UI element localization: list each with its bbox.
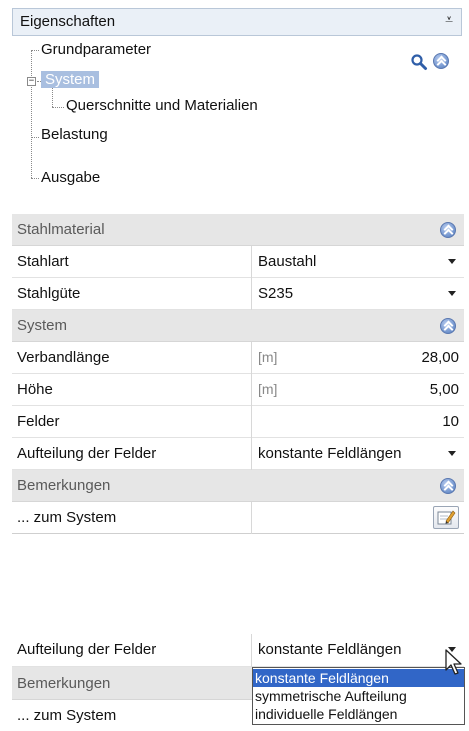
row-label: Aufteilung der Felder (17, 445, 157, 462)
row-stahlart: Stahlart Baustahl (12, 246, 464, 278)
tree-connector (31, 178, 39, 179)
dropdown-arrow-icon[interactable] (448, 451, 456, 456)
dropdown-arrow-icon[interactable] (448, 291, 456, 296)
edit-note-icon (437, 510, 456, 525)
section-title: Stahlmaterial (17, 221, 105, 238)
row-label: Verbandlänge (17, 349, 110, 366)
row-aufteilung: Aufteilung der Felder konstante Feldläng… (12, 438, 464, 470)
tree-connector (52, 107, 64, 108)
row-hoehe: Höhe [m] 5,00 (12, 374, 464, 406)
row-label: Stahlgüte (17, 285, 81, 302)
row-value: S235 (258, 285, 294, 302)
search-icon[interactable] (410, 53, 428, 71)
aufteilung-select-open[interactable]: konstante Feldlängen (251, 634, 464, 667)
row-label: ... zum System (17, 509, 117, 526)
tree-connector (31, 137, 39, 138)
hoehe-input[interactable]: [m] 5,00 (251, 374, 464, 406)
row-aufteilung-demo: Aufteilung der Felder konstante Feldläng… (12, 634, 464, 667)
tree-expander-minus-icon[interactable]: − (27, 77, 36, 86)
collapse-section-icon[interactable] (440, 478, 456, 494)
verbandlaenge-input[interactable]: [m] 28,00 (251, 342, 464, 374)
collapse-all-icon[interactable] (433, 53, 449, 69)
navigation-tree: Grundparameter − System Querschnitte und… (14, 40, 460, 210)
pin-icon[interactable]: ⩡ (445, 12, 453, 28)
row-value: 5,00 (429, 381, 459, 398)
row-felder: Felder 10 (12, 406, 464, 438)
unit-label: [m] (258, 381, 278, 397)
tree-item-system[interactable]: System (41, 71, 100, 88)
section-system[interactable]: System (12, 310, 464, 342)
row-value: 28,00 (421, 349, 459, 366)
option-konstante[interactable]: konstante Feldlängen (253, 669, 464, 687)
dropdown-options-list: konstante Feldlängen symmetrische Auftei… (252, 667, 465, 725)
tree-connector (31, 50, 32, 178)
mouse-cursor-icon (445, 649, 462, 675)
row-label: ... zum System (17, 707, 117, 724)
tree-item-ausgabe[interactable]: Ausgabe (41, 169, 100, 186)
collapse-section-icon[interactable] (440, 318, 456, 334)
section-bemerkungen[interactable]: Bemerkungen (12, 470, 464, 502)
section-title: System (17, 317, 68, 334)
unit-label: [m] (258, 349, 278, 365)
row-label: Höhe (17, 381, 53, 398)
dropdown-arrow-icon[interactable] (448, 259, 456, 264)
collapse-section-icon[interactable] (440, 222, 456, 238)
panel-title: Eigenschaften (20, 13, 116, 30)
row-zum-system: ... zum System (12, 502, 464, 534)
property-grid: Stahlmaterial Stahlart Baustahl Stahlgüt… (12, 214, 464, 568)
row-value: 10 (442, 413, 459, 430)
stahlguete-select[interactable]: S235 (251, 278, 464, 310)
felder-input[interactable]: 10 (251, 406, 464, 438)
tree-item-querschnitte[interactable]: Querschnitte und Materialien (66, 97, 258, 114)
row-label: Aufteilung der Felder (17, 641, 157, 658)
row-value: konstante Feldlängen (258, 445, 402, 462)
row-label: Stahlart (17, 253, 69, 270)
row-label: Felder (17, 413, 60, 430)
section-title: Bemerkungen (17, 477, 111, 494)
section-stahlmaterial[interactable]: Stahlmaterial (12, 214, 464, 246)
stahlart-select[interactable]: Baustahl (251, 246, 464, 278)
row-verbandlaenge: Verbandlänge [m] 28,00 (12, 342, 464, 374)
tree-connector (31, 50, 39, 51)
edit-note-button[interactable] (433, 506, 459, 529)
aufteilung-select[interactable]: konstante Feldlängen (251, 438, 464, 470)
row-value: Baustahl (258, 253, 317, 270)
tree-item-belastung[interactable]: Belastung (41, 126, 108, 143)
option-symmetrisch[interactable]: symmetrische Aufteilung (253, 687, 464, 705)
option-individuell[interactable]: individuelle Feldlängen (253, 705, 464, 723)
panel-titlebar: Eigenschaften ⩡ (12, 8, 462, 36)
tree-item-grundparameter[interactable]: Grundparameter (41, 41, 151, 58)
zum-system-cell (251, 502, 464, 534)
section-title: Bemerkungen (17, 675, 111, 692)
row-stahlguete: Stahlgüte S235 (12, 278, 464, 310)
row-value: konstante Feldlängen (258, 641, 402, 658)
